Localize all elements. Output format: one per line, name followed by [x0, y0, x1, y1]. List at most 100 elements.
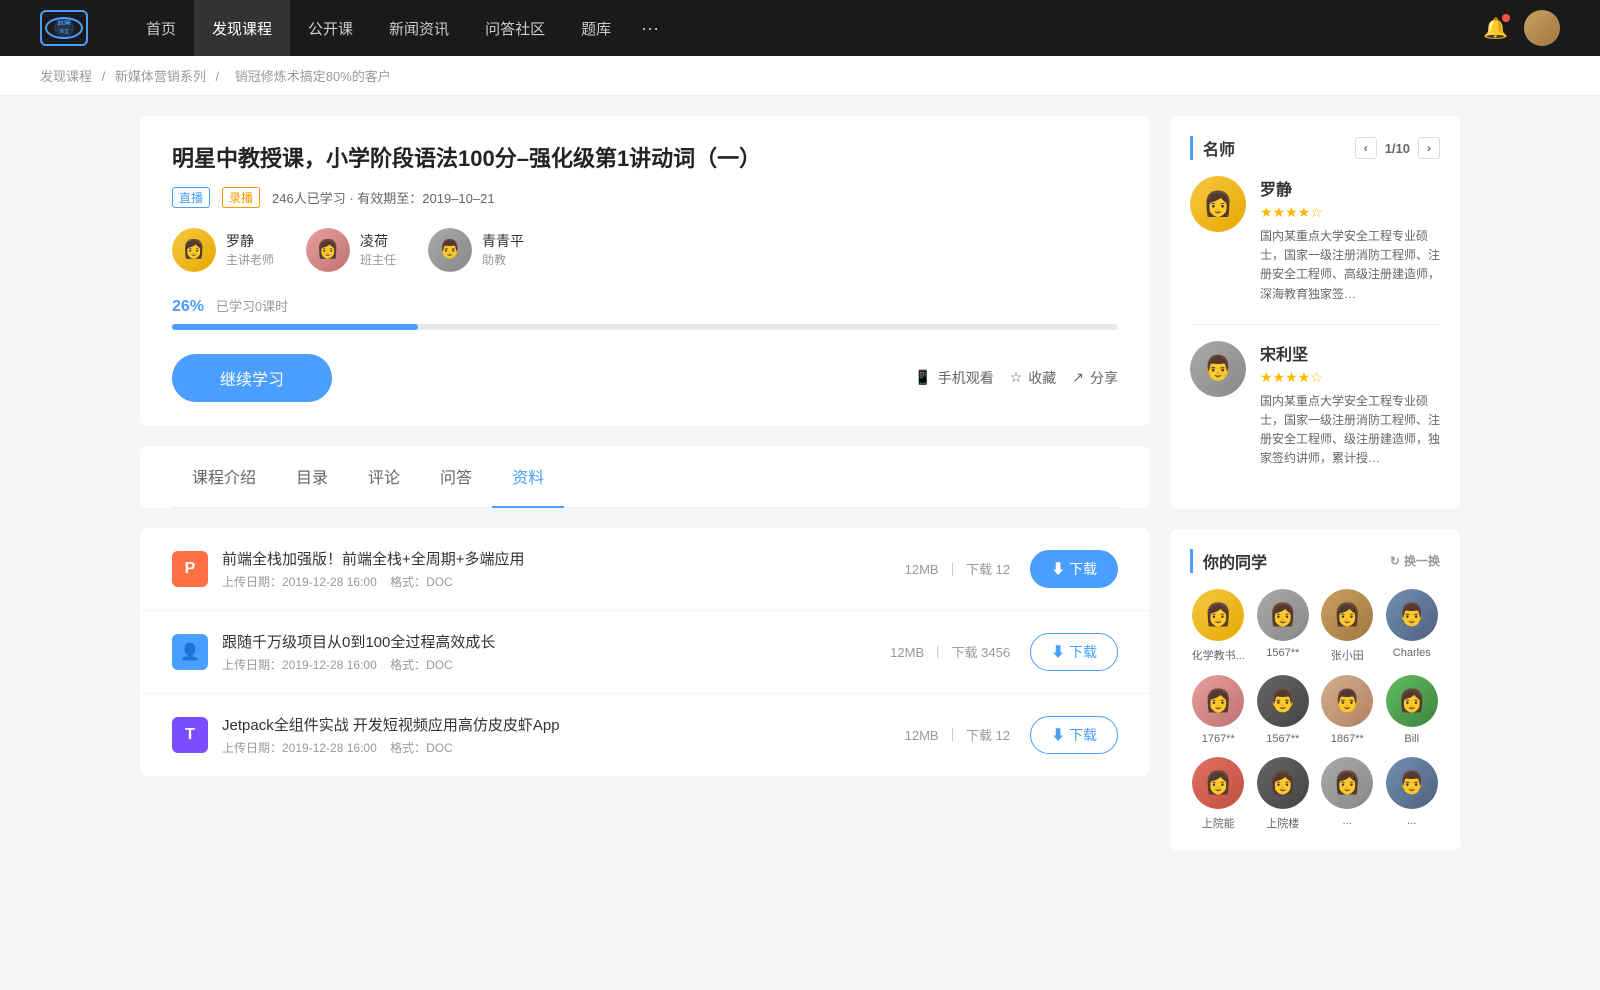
nav-right: 🔔: [1483, 10, 1560, 46]
tab-comments[interactable]: 评论: [348, 446, 420, 508]
nav-qa[interactable]: 问答社区: [467, 0, 563, 56]
nav-open[interactable]: 公开课: [290, 0, 371, 56]
logo[interactable]: 云朵 课堂: [40, 10, 88, 46]
refresh-icon: ↻: [1390, 554, 1400, 568]
collect-button[interactable]: ☆ 收藏: [1010, 368, 1057, 388]
share-label: 分享: [1090, 368, 1118, 388]
progress-section: 26% 已学习0课时: [172, 296, 1118, 330]
sidebar-teacher-1-desc: 国内某重点大学安全工程专业硕士，国家一级注册消防工程师、注册安全工程师、高级注册…: [1260, 227, 1440, 304]
star-icon: ☆: [1010, 369, 1023, 386]
mobile-icon: 📱: [914, 369, 931, 386]
resource-title-1: 前端全栈加强版！前端全栈+全周期+多端应用: [222, 548, 905, 569]
classmate-10-name: 上院楼: [1266, 815, 1299, 831]
resource-info-2: 跟随千万级项目从0到100全过程高效成长 上传日期：2019-12-28 16:…: [222, 631, 890, 673]
resource-meta-3: 上传日期：2019-12-28 16:00 格式：DOC: [222, 739, 905, 756]
action-btns: 📱 手机观看 ☆ 收藏 ↗ 分享: [914, 368, 1118, 388]
classmate-4-name: Charles: [1393, 647, 1431, 659]
classmate-10-avatar[interactable]: 👩: [1257, 757, 1309, 809]
svg-text:云朵: 云朵: [57, 17, 72, 26]
breadcrumb-current: 销冠修炼术搞定80%的客户: [235, 69, 391, 84]
classmate-8-avatar[interactable]: 👩: [1386, 675, 1438, 727]
classmate-11-avatar[interactable]: 👩: [1321, 757, 1373, 809]
classmate-7-name: 1867**: [1331, 733, 1364, 745]
prev-page-button[interactable]: ‹: [1355, 137, 1377, 159]
classmate-6-name: 1567**: [1266, 733, 1299, 745]
classmate-6-avatar[interactable]: 👨: [1257, 675, 1309, 727]
resource-item-2: 👤 跟随千万级项目从0到100全过程高效成长 上传日期：2019-12-28 1…: [140, 611, 1150, 694]
classmate-2-avatar[interactable]: 👩: [1257, 589, 1309, 641]
teachers-sidebar-card: 名师 ‹ 1/10 › 👩 罗静 ★★★★☆ 国内某重点大学安全工程专业硕士，国…: [1170, 116, 1460, 509]
sidebar-teacher-1-info: 罗静 ★★★★☆ 国内某重点大学安全工程专业硕士，国家一级注册消防工程师、注册安…: [1260, 176, 1440, 304]
nav-home[interactable]: 首页: [128, 0, 194, 56]
course-stats: 246人已学习 · 有效期至：2019–10–21: [272, 188, 495, 207]
classmate-12-avatar[interactable]: 👨: [1386, 757, 1438, 809]
classmates-label: 你的同学: [1203, 549, 1267, 573]
sidebar-teacher-2-info: 宋利坚 ★★★★☆ 国内某重点大学安全工程专业硕士，国家一级注册消防工程师、注册…: [1260, 341, 1440, 469]
share-icon: ↗: [1072, 369, 1084, 386]
logo-box: 云朵 课堂: [40, 10, 88, 46]
resource-stats-3: 12MB ｜ 下载 12: [905, 725, 1010, 744]
resource-stats-2: 12MB ｜ 下载 3456: [890, 642, 1010, 661]
download-button-1[interactable]: ⬇ 下载: [1030, 550, 1118, 588]
classmates-grid: 👩 化学教书... 👩 1567** 👩 张小田: [1190, 589, 1440, 831]
sidebar-teacher-1-name: 罗静: [1260, 176, 1440, 200]
page-indicator: 1/10: [1385, 141, 1410, 156]
user-avatar[interactable]: [1524, 10, 1560, 46]
collect-label: 收藏: [1028, 368, 1056, 388]
teacher-1-role: 主讲老师: [226, 251, 274, 268]
sidebar-teacher-1: 👩 罗静 ★★★★☆ 国内某重点大学安全工程专业硕士，国家一级注册消防工程师、注…: [1190, 176, 1440, 304]
nav-more[interactable]: ···: [629, 0, 671, 56]
teacher-3-name: 青青平: [482, 231, 524, 251]
tag-live: 直播: [172, 187, 210, 208]
nav-news[interactable]: 新闻资讯: [371, 0, 467, 56]
resource-title-3: Jetpack全组件实战 开发短视频应用高仿皮皮虾App: [222, 714, 905, 735]
tabs-card: 课程介绍 目录 评论 问答 资料: [140, 446, 1150, 508]
next-page-button[interactable]: ›: [1418, 137, 1440, 159]
classmates-title: 你的同学 ↻ 换一换: [1190, 549, 1440, 573]
classmate-4-avatar[interactable]: 👨: [1386, 589, 1438, 641]
refresh-button[interactable]: ↻ 换一换: [1390, 552, 1440, 569]
classmate-1: 👩 化学教书...: [1190, 589, 1247, 663]
mobile-view-button[interactable]: 📱 手机观看: [914, 368, 993, 388]
resource-item-3: T Jetpack全组件实战 开发短视频应用高仿皮皮虾App 上传日期：2019…: [140, 694, 1150, 776]
resource-stats-1: 12MB ｜ 下载 12: [905, 559, 1010, 578]
content-left: 明星中教授课，小学阶段语法100分–强化级第1讲动词（一） 直播 录播 246人…: [140, 116, 1150, 871]
classmate-3: 👩 张小田: [1319, 589, 1376, 663]
notification-bell[interactable]: 🔔: [1483, 16, 1508, 41]
refresh-label: 换一换: [1404, 552, 1440, 569]
sidebar-teacher-2-stars: ★★★★☆: [1260, 369, 1440, 386]
teacher-2-name: 凌荷: [360, 231, 396, 251]
nav-quiz[interactable]: 题库: [563, 0, 629, 56]
teacher-3-avatar: 👨: [428, 228, 472, 272]
breadcrumb: 发现课程 / 新媒体营销系列 / 销冠修炼术搞定80%的客户: [0, 56, 1600, 96]
svg-text:课堂: 课堂: [59, 28, 69, 35]
progress-label: 26% 已学习0课时: [172, 296, 1118, 316]
tab-qa[interactable]: 问答: [420, 446, 492, 508]
classmate-9-avatar[interactable]: 👩: [1192, 757, 1244, 809]
teacher-3: 👨 青青平 助教: [428, 228, 524, 272]
nav-discover[interactable]: 发现课程: [194, 0, 290, 56]
course-card: 明星中教授课，小学阶段语法100分–强化级第1讲动词（一） 直播 录播 246人…: [140, 116, 1150, 426]
share-button[interactable]: ↗ 分享: [1072, 368, 1118, 388]
progress-sub: 已学习0课时: [216, 296, 288, 315]
classmate-12: 👨 ...: [1384, 757, 1441, 831]
user-avatar-img: [1524, 10, 1560, 46]
classmate-7-avatar[interactable]: 👨: [1321, 675, 1373, 727]
pagination: ‹ 1/10 ›: [1355, 137, 1440, 159]
main-container: 明星中教授课，小学阶段语法100分–强化级第1讲动词（一） 直播 录播 246人…: [100, 96, 1500, 891]
classmate-5-avatar[interactable]: 👩: [1192, 675, 1244, 727]
resource-info-3: Jetpack全组件实战 开发短视频应用高仿皮皮虾App 上传日期：2019-1…: [222, 714, 905, 756]
breadcrumb-discover[interactable]: 发现课程: [40, 69, 92, 84]
continue-learning-button[interactable]: 继续学习: [172, 354, 332, 402]
tab-intro[interactable]: 课程介绍: [172, 446, 276, 508]
breadcrumb-series[interactable]: 新媒体营销系列: [115, 69, 206, 84]
download-button-3[interactable]: ⬇ 下载: [1030, 716, 1118, 754]
sidebar-teacher-1-stars: ★★★★☆: [1260, 204, 1440, 221]
tab-resources[interactable]: 资料: [492, 446, 564, 508]
tab-catalog[interactable]: 目录: [276, 446, 348, 508]
classmate-1-avatar[interactable]: 👩: [1192, 589, 1244, 641]
classmate-2-name: 1567**: [1266, 647, 1299, 659]
download-button-2[interactable]: ⬇ 下载: [1030, 633, 1118, 671]
classmate-3-avatar[interactable]: 👩: [1321, 589, 1373, 641]
classmate-9: 👩 上院能: [1190, 757, 1247, 831]
